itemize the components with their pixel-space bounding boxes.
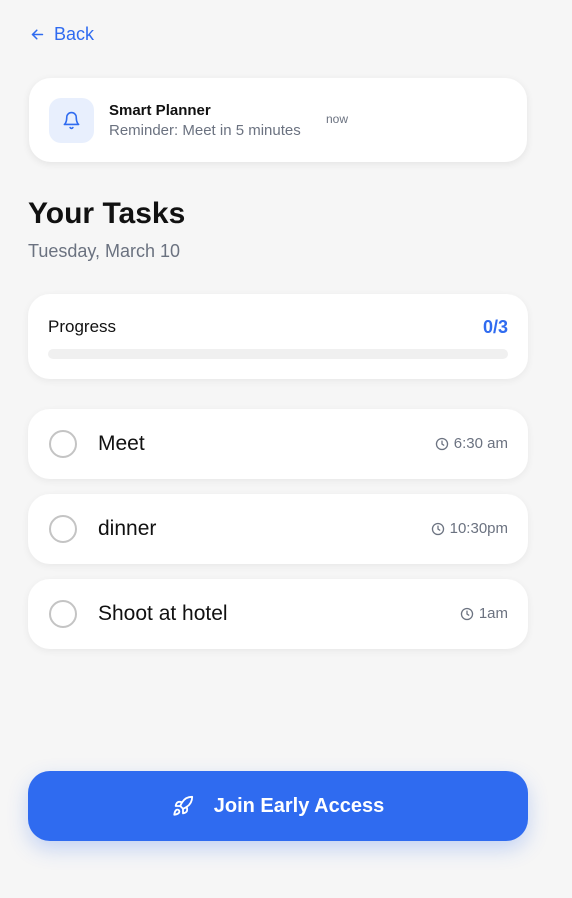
progress-bar xyxy=(48,349,508,359)
task-title: dinner xyxy=(98,517,157,540)
progress-card: Progress 0/3 xyxy=(28,294,528,379)
task-item[interactable]: Meet 6:30 am xyxy=(28,409,528,479)
clock-icon xyxy=(431,522,444,535)
back-label: Back xyxy=(54,24,95,44)
notification-app-name: Smart Planner xyxy=(109,102,211,119)
page-title: Your Tasks xyxy=(28,197,186,230)
join-early-access-label: Join Early Access xyxy=(213,794,385,817)
notification-message: Reminder: Meet in 5 minutes xyxy=(109,122,301,139)
task-item[interactable]: Shoot at hotel 1am xyxy=(28,579,528,649)
rocket-icon xyxy=(173,795,193,816)
join-early-access-button[interactable]: Join Early Access xyxy=(28,771,528,841)
task-time: 1am xyxy=(460,605,508,622)
notification-card[interactable]: Smart Planner Reminder: Meet in 5 minute… xyxy=(29,78,527,162)
notification-icon-tile xyxy=(49,98,94,143)
arrow-left-icon xyxy=(31,29,44,40)
notification-time: now xyxy=(326,112,349,126)
task-title: Shoot at hotel xyxy=(98,602,228,625)
page-date: Tuesday, March 10 xyxy=(28,241,181,261)
task-item[interactable]: dinner 10:30pm xyxy=(28,494,528,564)
task-time: 10:30pm xyxy=(431,520,508,537)
clock-icon xyxy=(435,437,448,450)
bell-icon xyxy=(63,111,80,130)
task-checkbox[interactable] xyxy=(49,430,77,458)
task-checkbox[interactable] xyxy=(49,600,77,628)
task-title: Meet xyxy=(98,432,145,455)
progress-label: Progress xyxy=(48,317,117,336)
progress-count: 0/3 xyxy=(482,317,508,337)
clock-icon xyxy=(460,607,473,620)
back-link[interactable]: Back xyxy=(29,24,94,45)
task-checkbox[interactable] xyxy=(49,515,77,543)
task-time-label: 6:30 am xyxy=(453,435,508,452)
task-time-label: 10:30pm xyxy=(449,520,508,537)
task-time: 6:30 am xyxy=(435,435,508,452)
task-time-label: 1am xyxy=(478,605,508,622)
app-screen: Back Smart Planner Reminder: Meet in 5 m… xyxy=(0,0,572,898)
